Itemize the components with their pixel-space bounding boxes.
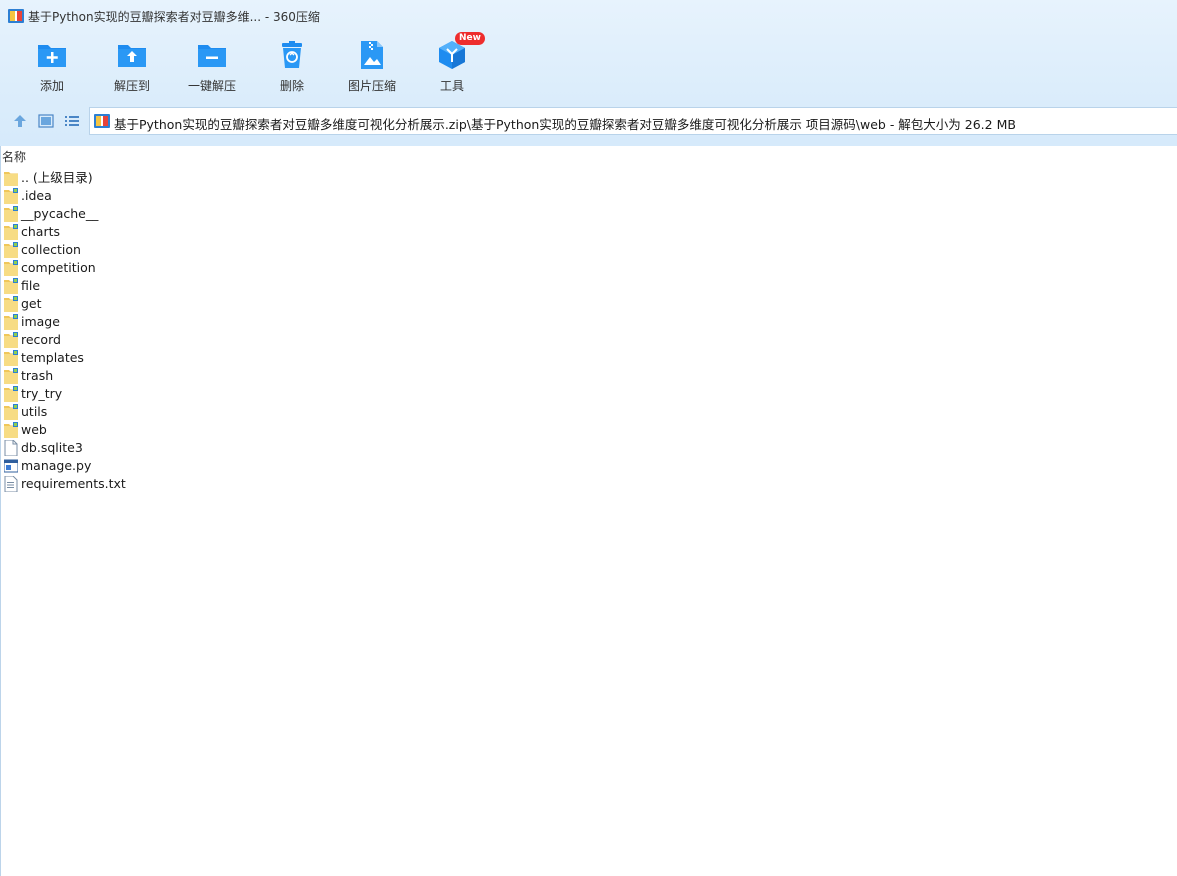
one-click-extract-button[interactable]: 一键解压 (172, 34, 252, 100)
top-chrome: 基于Python实现的豆瓣探索者对豆瓣多维... - 360压缩 添加 解压到 … (0, 0, 1177, 147)
file-name: collection (21, 242, 81, 257)
file-name: charts (21, 224, 61, 239)
one-click-extract-label: 一键解压 (187, 79, 236, 93)
folder-icon (4, 422, 18, 438)
folder-icon (4, 296, 18, 312)
folder-extract-icon (118, 45, 146, 67)
window-title: 基于Python实现的豆瓣探索者对豆瓣多维... - 360压缩 (28, 10, 320, 24)
view-thumbnail-icon[interactable] (38, 113, 54, 129)
list-item[interactable]: get (0, 295, 1177, 313)
folder-icon (4, 224, 18, 240)
archive-app-icon (8, 9, 24, 23)
list-item[interactable]: charts (0, 223, 1177, 241)
folder-icon (4, 242, 18, 258)
file-name: db.sqlite3 (21, 440, 83, 455)
list-item[interactable]: file (0, 277, 1177, 295)
list-item[interactable]: trash (0, 367, 1177, 385)
folder-icon (4, 314, 18, 330)
list-item[interactable]: web (0, 421, 1177, 439)
file-name: get (21, 296, 42, 311)
file-name: .. (上级目录) (21, 170, 93, 185)
list-item[interactable]: image (0, 313, 1177, 331)
file-name: web (21, 422, 47, 437)
list-item[interactable]: __pycache__ (0, 205, 1177, 223)
file-name: __pycache__ (21, 206, 99, 221)
file-name: file (21, 278, 41, 293)
file-list[interactable]: 名称 .. (上级目录) .idea __pycache__charts collec… (0, 146, 1177, 876)
delete-label: 删除 (279, 79, 304, 93)
tools-button[interactable]: New 工具 (412, 32, 492, 100)
tools-label: 工具 (439, 79, 464, 93)
list-border (0, 146, 1, 876)
list-item[interactable]: collection (0, 241, 1177, 259)
address-path: 基于Python实现的豆瓣探索者对豆瓣多维度可视化分析展示.zip\基于Pyth… (114, 117, 1016, 132)
folder-icon (4, 368, 18, 384)
image-compress-icon (361, 41, 383, 69)
new-badge: New (455, 32, 485, 45)
file-name: competition (21, 260, 96, 275)
add-label: 添加 (39, 79, 64, 93)
file-name: .idea (21, 188, 52, 203)
file-name: try_try (21, 386, 63, 401)
folder-icon (4, 188, 18, 204)
list-item[interactable]: templates (0, 349, 1177, 367)
list-item[interactable]: manage.py (0, 457, 1177, 475)
parent-folder-icon (4, 172, 18, 186)
list-item[interactable]: competition (0, 259, 1177, 277)
folder-icon (4, 404, 18, 420)
file-name: templates (21, 350, 84, 365)
folder-icon (4, 206, 18, 222)
extract-to-button[interactable]: 解压到 (92, 34, 172, 100)
view-list-icon[interactable] (64, 113, 80, 129)
folder-add-icon (38, 45, 66, 67)
archive-window: 基于Python实现的豆瓣探索者对豆瓣多维... - 360压缩 添加 解压到 … (0, 0, 1177, 876)
list-item[interactable]: db.sqlite3 (0, 439, 1177, 457)
file-name: trash (21, 368, 54, 383)
list-item[interactable]: try_try (0, 385, 1177, 403)
extract-to-label: 解压到 (113, 79, 150, 93)
title-bar: 基于Python实现的豆瓣探索者对豆瓣多维... - 360压缩 (0, 0, 1177, 34)
list-item[interactable]: record (0, 331, 1177, 349)
list-item[interactable]: .. (上级目录) (0, 169, 1177, 187)
folder-icon (4, 278, 18, 294)
file-rows: .. (上级目录) .idea __pycache__charts collectio… (0, 169, 1177, 493)
list-item[interactable]: requirements.txt (0, 475, 1177, 493)
archive-file-icon (94, 114, 110, 128)
image-compress-label: 图片压缩 (347, 79, 396, 93)
text-file-icon (4, 476, 18, 492)
file-name: manage.py (21, 458, 92, 473)
folder-icon (4, 260, 18, 276)
file-icon (4, 440, 18, 456)
trash-icon (282, 41, 302, 68)
file-name: image (21, 314, 60, 329)
list-item[interactable]: .idea (0, 187, 1177, 205)
address-bar[interactable]: 基于Python实现的豆瓣探索者对豆瓣多维度可视化分析展示.zip\基于Pyth… (89, 107, 1177, 135)
folder-icon (4, 386, 18, 402)
file-name: utils (21, 404, 48, 419)
folder-icon (4, 332, 18, 348)
file-name: requirements.txt (21, 476, 126, 491)
image-compress-button[interactable]: 图片压缩 (332, 34, 412, 100)
delete-button[interactable]: 删除 (252, 34, 332, 100)
toolbar: 添加 解压到 一键解压 删除 图片压缩 New 工具 (12, 32, 492, 100)
add-button[interactable]: 添加 (12, 34, 92, 100)
arrow-up-icon[interactable] (12, 113, 28, 129)
nav-bar: 基于Python实现的豆瓣探索者对豆瓣多维度可视化分析展示.zip\基于Pyth… (0, 106, 1177, 136)
folder-icon (4, 350, 18, 366)
column-header-name[interactable]: 名称 (2, 148, 26, 166)
list-item[interactable]: utils (0, 403, 1177, 421)
file-name: record (21, 332, 61, 347)
folder-oneclick-extract-icon (198, 45, 226, 67)
python-file-icon (4, 459, 18, 473)
